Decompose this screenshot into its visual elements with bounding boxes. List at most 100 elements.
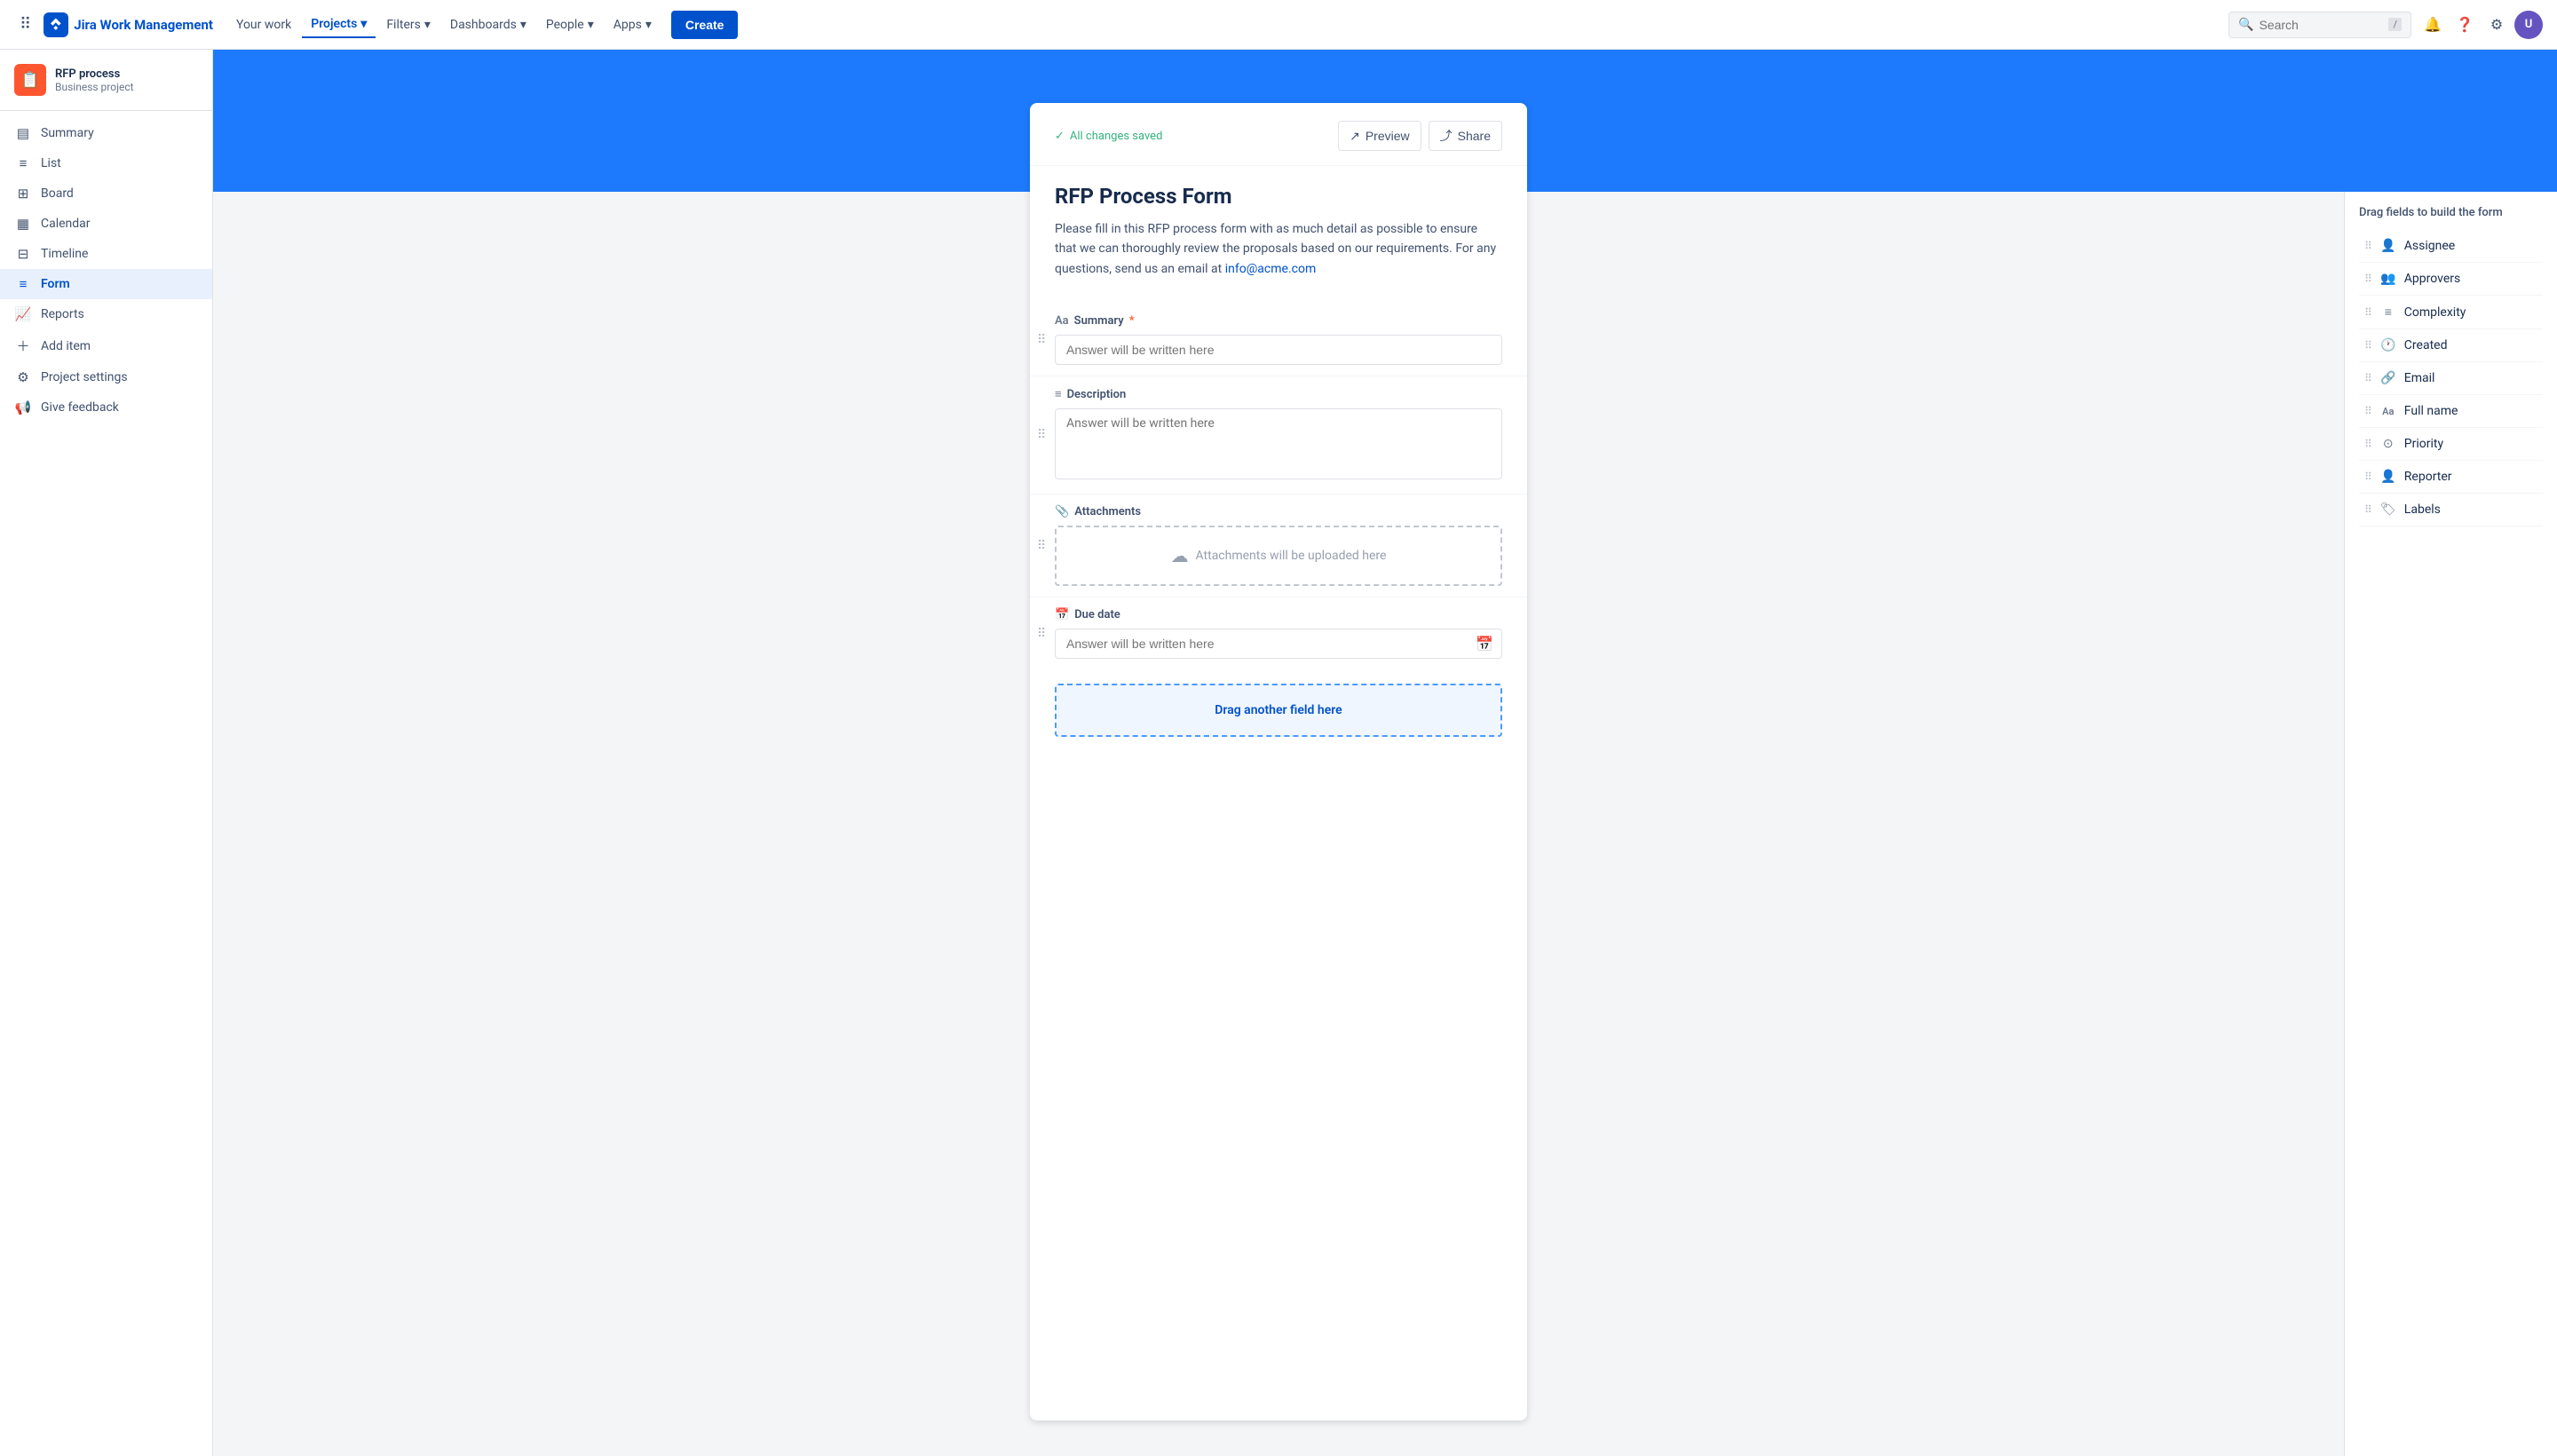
drag-handle-attachments[interactable]: ⠿: [1037, 539, 1046, 553]
full-name-icon: Aa: [2379, 406, 2397, 417]
field-attachments: ⠿ 📎 Attachments ☁ Attachments will be up…: [1030, 494, 1527, 597]
drag-handle-summary[interactable]: ⠿: [1037, 333, 1046, 347]
top-navigation: ⠿ Jira Work Management Your work Project…: [0, 0, 2557, 50]
project-name: RFP process: [55, 67, 134, 81]
calendar-picker-icon[interactable]: 📅: [1476, 636, 1493, 653]
right-panel-item-created[interactable]: ⠿ 🕐 Created: [2359, 329, 2543, 362]
form-container: ✓ All changes saved ↗ Preview ⤴ Share: [213, 103, 2344, 1456]
help-button[interactable]: ❓: [2450, 11, 2479, 39]
drag-handle-description[interactable]: ⠿: [1037, 428, 1046, 442]
nav-apps[interactable]: Apps ▾: [605, 12, 661, 37]
form-header-actions: ↗ Preview ⤴ Share: [1338, 121, 1502, 151]
complexity-icon: ≡: [2379, 305, 2397, 320]
apps-chevron-icon: ▾: [645, 18, 652, 32]
field-due-date-label: 📅 Due date: [1055, 608, 1502, 621]
attachments-drop-zone[interactable]: ☁ Attachments will be uploaded here: [1055, 526, 1502, 586]
sidebar-item-board[interactable]: ⊞ Board: [0, 178, 212, 209]
right-panel-item-full-name[interactable]: ⠿ Aa Full name: [2359, 395, 2543, 428]
form-description: Please fill in this RFP process form wit…: [1055, 219, 1502, 279]
drag-dot-labels: ⠿: [2364, 503, 2372, 516]
email-link[interactable]: info@acme.com: [1225, 262, 1316, 276]
sidebar-label-timeline: Timeline: [41, 247, 88, 261]
sidebar-item-form[interactable]: ≡ Form: [0, 269, 212, 299]
right-panel-item-assignee[interactable]: ⠿ 👤 Assignee: [2359, 230, 2543, 263]
dashboards-chevron-icon: ▾: [520, 18, 526, 32]
sidebar-item-project-settings[interactable]: ⚙ Project settings: [0, 362, 212, 392]
user-avatar[interactable]: U: [2514, 11, 2543, 39]
upload-icon: ☁: [1171, 545, 1189, 566]
field-attachments-label: 📎 Attachments: [1055, 505, 1502, 518]
project-settings-icon: ⚙: [14, 369, 32, 385]
nav-filters[interactable]: Filters ▾: [377, 12, 439, 37]
sidebar-item-give-feedback[interactable]: 📢 Give feedback: [0, 392, 212, 423]
sidebar-label-project-settings: Project settings: [41, 370, 128, 384]
labels-icon: 🏷: [2379, 502, 2397, 517]
drop-another-field-zone[interactable]: Drag another field here: [1055, 684, 1502, 737]
projects-chevron-icon: ▾: [360, 17, 367, 31]
right-panel-item-complexity[interactable]: ⠿ ≡ Complexity: [2359, 296, 2543, 329]
content-area: ✓ All changes saved ↗ Preview ⤴ Share: [213, 192, 2557, 1456]
timeline-icon: ⊟: [14, 246, 32, 262]
add-item-icon: ＋: [14, 336, 32, 355]
right-panel-item-priority[interactable]: ⠿ ⊙ Priority: [2359, 428, 2543, 461]
drag-handle-due-date[interactable]: ⠿: [1037, 627, 1046, 641]
description-field-icon: ≡: [1055, 387, 1062, 401]
sidebar: 📋 RFP process Business project ▤ Summary…: [0, 50, 213, 1456]
reports-icon: 📈: [14, 306, 32, 322]
list-icon: ≡: [14, 155, 32, 171]
description-input[interactable]: [1055, 408, 1502, 479]
preview-button[interactable]: ↗ Preview: [1338, 121, 1421, 151]
right-panel-item-email[interactable]: ⠿ 🔗 Email: [2359, 362, 2543, 395]
due-date-input-wrapper: 📅: [1055, 629, 1502, 659]
sidebar-item-list[interactable]: ≡ List: [0, 148, 212, 178]
logo[interactable]: Jira Work Management: [44, 12, 213, 37]
project-info: RFP process Business project: [55, 67, 134, 93]
search-shortcut: /: [2388, 18, 2402, 31]
created-icon: 🕐: [2379, 338, 2397, 352]
checkmark-icon: ✓: [1055, 130, 1065, 143]
nav-projects[interactable]: Projects ▾: [302, 12, 376, 38]
drag-dot-reporter: ⠿: [2364, 471, 2372, 483]
sidebar-item-timeline[interactable]: ⊟ Timeline: [0, 239, 212, 269]
summary-input[interactable]: [1055, 335, 1502, 365]
due-date-input[interactable]: [1055, 629, 1502, 659]
save-status-text: All changes saved: [1070, 130, 1163, 143]
drag-dot-approvers: ⠿: [2364, 273, 2372, 285]
drag-dot-complexity: ⠿: [2364, 306, 2372, 319]
field-summary-label: Aa Summary *: [1055, 314, 1502, 328]
right-panel-title: Drag fields to build the form: [2359, 206, 2543, 219]
grid-icon[interactable]: ⠿: [14, 10, 36, 39]
sidebar-item-summary[interactable]: ▤ Summary: [0, 118, 212, 148]
form-fields: ⠿ Aa Summary * ⠿ ≡: [1030, 297, 1527, 684]
sidebar-label-form: Form: [41, 277, 70, 291]
right-panel-item-approvers[interactable]: ⠿ 👥 Approvers: [2359, 263, 2543, 296]
form-icon: ≡: [14, 276, 32, 292]
search-bar[interactable]: 🔍 /: [2228, 12, 2411, 38]
top-nav-items: Your work Projects ▾ Filters ▾ Dashboard…: [227, 12, 661, 38]
sidebar-item-add-item[interactable]: ＋ Add item: [0, 329, 212, 362]
sidebar-item-calendar[interactable]: ▦ Calendar: [0, 209, 212, 239]
nav-your-work[interactable]: Your work: [227, 12, 300, 37]
notifications-button[interactable]: 🔔: [2418, 11, 2447, 39]
search-input[interactable]: [2259, 18, 2383, 32]
create-button[interactable]: Create: [671, 11, 739, 39]
nav-people[interactable]: People ▾: [537, 12, 603, 37]
sidebar-item-reports[interactable]: 📈 Reports: [0, 299, 212, 329]
settings-button[interactable]: ⚙: [2482, 11, 2511, 39]
calendar-icon: ▦: [14, 216, 32, 232]
logo-text: Jira Work Management: [74, 17, 213, 33]
attachments-placeholder: Attachments will be uploaded here: [1196, 549, 1387, 563]
filters-chevron-icon: ▾: [424, 18, 431, 32]
sidebar-project-header[interactable]: 📋 RFP process Business project: [0, 50, 212, 111]
form-title-area: RFP Process Form Please fill in this RFP…: [1030, 166, 1527, 297]
drag-dot-full-name: ⠿: [2364, 405, 2372, 417]
field-description: ⠿ ≡ Description: [1030, 376, 1527, 494]
email-icon: 🔗: [2379, 371, 2397, 385]
right-panel-item-reporter[interactable]: ⠿ 👤 Reporter: [2359, 461, 2543, 494]
share-button[interactable]: ⤴ Share: [1429, 121, 1502, 151]
right-panel-item-labels[interactable]: ⠿ 🏷 Labels: [2359, 494, 2543, 526]
preview-icon: ↗: [1350, 129, 1360, 144]
nav-dashboards[interactable]: Dashboards ▾: [441, 12, 535, 37]
logo-icon: [44, 12, 68, 37]
sidebar-label-give-feedback: Give feedback: [41, 400, 119, 415]
